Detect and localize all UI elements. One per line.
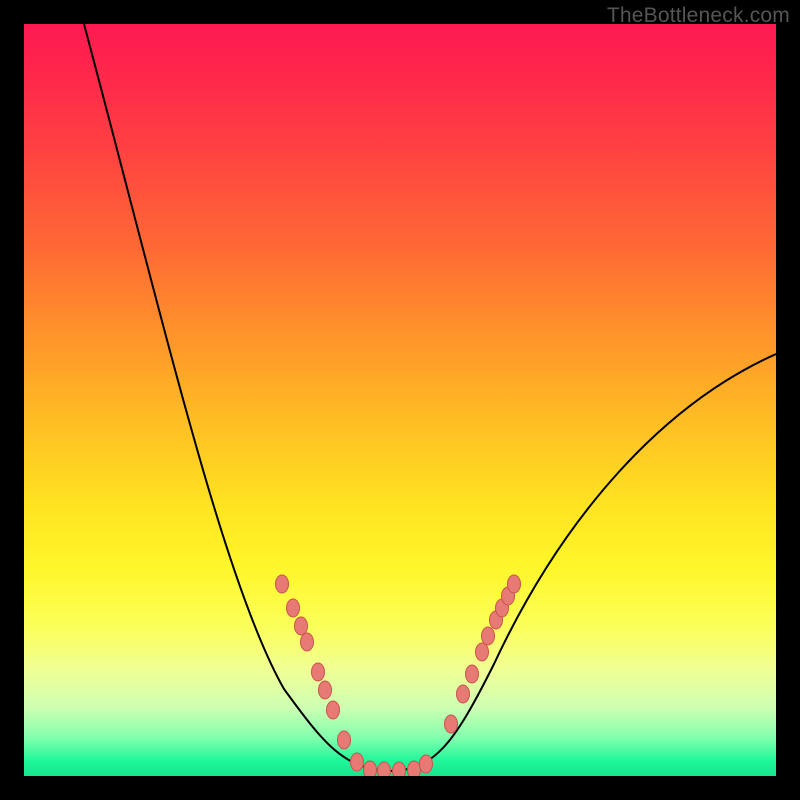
data-point bbox=[393, 762, 406, 776]
chart-frame bbox=[24, 24, 776, 776]
data-point bbox=[508, 575, 521, 593]
data-point bbox=[476, 643, 489, 661]
data-point bbox=[301, 633, 314, 651]
data-point bbox=[295, 617, 308, 635]
data-point bbox=[338, 731, 351, 749]
data-point bbox=[457, 685, 470, 703]
data-point bbox=[482, 627, 495, 645]
data-point bbox=[364, 761, 377, 776]
data-point bbox=[408, 761, 421, 776]
data-point bbox=[287, 599, 300, 617]
bottleneck-plot bbox=[24, 24, 776, 776]
data-point bbox=[327, 701, 340, 719]
data-point bbox=[445, 715, 458, 733]
data-dots bbox=[276, 575, 521, 776]
data-point bbox=[312, 663, 325, 681]
data-point bbox=[466, 665, 479, 683]
watermark-text: TheBottleneck.com bbox=[607, 4, 790, 28]
data-point bbox=[351, 753, 364, 771]
data-point bbox=[420, 755, 433, 773]
data-point bbox=[378, 762, 391, 776]
data-point bbox=[319, 681, 332, 699]
bottleneck-curve bbox=[84, 24, 776, 771]
data-point bbox=[276, 575, 289, 593]
